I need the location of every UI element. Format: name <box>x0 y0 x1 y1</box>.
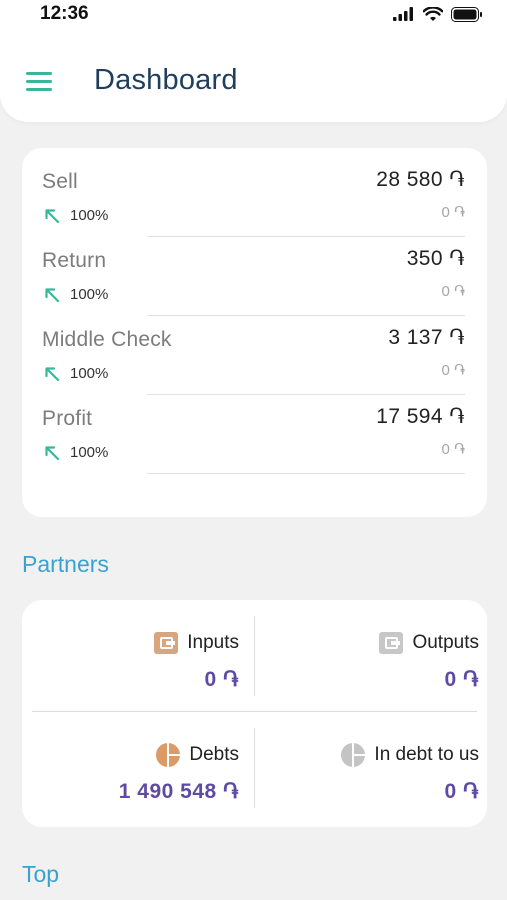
pie-chart-icon <box>341 743 366 767</box>
battery-icon <box>451 6 482 22</box>
stat-value: 28 580 ֏ <box>376 168 465 191</box>
in-debt-label: In debt to us <box>374 744 479 765</box>
stat-row-sell[interactable]: Sell 28 580 ֏ 100% 0 ֏ <box>22 148 487 237</box>
divider <box>254 728 255 808</box>
stat-percent-label: 100% <box>70 286 109 303</box>
partners-debts[interactable]: Debts 1 490 548 ֏ <box>22 712 247 812</box>
status-icons <box>393 5 483 23</box>
wallet-icon <box>154 632 179 654</box>
partners-inputs[interactable]: Inputs 0 ֏ <box>22 600 247 700</box>
debts-value: 1 490 548 ֏ <box>118 780 239 803</box>
debts-label: Debts <box>189 744 239 765</box>
trend-up-left-arrow-icon <box>45 366 60 381</box>
in-debt-value: 0 ֏ <box>444 780 479 803</box>
stat-change: 100% <box>44 444 108 461</box>
outputs-label: Outputs <box>412 632 479 653</box>
stats-card: Sell 28 580 ֏ 100% 0 ֏ Return 350 ֏ 100%… <box>22 148 487 517</box>
stat-change: 100% <box>44 365 108 382</box>
stat-label: Middle Check <box>42 328 172 351</box>
status-time: 12:36 <box>40 3 89 24</box>
divider <box>147 473 465 474</box>
inputs-value: 0 ֏ <box>204 668 239 691</box>
stat-value: 17 594 ֏ <box>376 405 465 428</box>
partners-in-debt-to-us[interactable]: In debt to us 0 ֏ <box>262 712 487 812</box>
partners-card: Inputs 0 ֏ Outputs 0 ֏ Debts 1 490 548 ֏ <box>22 600 487 827</box>
stat-change: 100% <box>44 286 108 303</box>
pie-chart-icon <box>156 743 181 767</box>
stat-prev-value: 0 ֏ <box>441 204 465 221</box>
top-section-title: Top <box>22 861 60 887</box>
stat-value: 3 137 ֏ <box>388 326 465 349</box>
stat-percent-label: 100% <box>70 365 109 382</box>
stat-percent-label: 100% <box>70 444 109 461</box>
stat-row-middle-check[interactable]: Middle Check 3 137 ֏ 100% 0 ֏ <box>22 306 487 395</box>
status-bar: 12:36 <box>0 0 507 28</box>
stat-label: Return <box>42 249 107 272</box>
wifi-icon <box>423 6 443 21</box>
stat-row-profit[interactable]: Profit 17 594 ֏ 100% 0 ֏ <box>22 385 487 474</box>
stat-row-return[interactable]: Return 350 ֏ 100% 0 ֏ <box>22 227 487 316</box>
stat-change: 100% <box>44 207 108 224</box>
wallet-icon <box>379 632 404 654</box>
stat-prev-value: 0 ֏ <box>441 362 465 379</box>
stat-percent-label: 100% <box>70 207 109 224</box>
stat-prev-value: 0 ֏ <box>441 283 465 300</box>
page-title: Dashboard <box>94 64 238 96</box>
outputs-value: 0 ֏ <box>444 668 479 691</box>
stat-label: Profit <box>42 407 93 430</box>
signal-icon <box>393 7 413 21</box>
partners-section-title: Partners <box>22 551 109 577</box>
inputs-label: Inputs <box>187 632 239 653</box>
trend-up-left-arrow-icon <box>45 287 60 302</box>
stat-label: Sell <box>42 170 78 193</box>
stat-value: 350 ֏ <box>406 247 465 270</box>
app-header: 12:36 Dashboard <box>0 0 507 122</box>
divider <box>254 616 255 696</box>
partners-outputs[interactable]: Outputs 0 ֏ <box>262 600 487 700</box>
menu-icon[interactable] <box>26 70 54 94</box>
trend-up-left-arrow-icon <box>45 208 60 223</box>
trend-up-left-arrow-icon <box>45 445 60 460</box>
stat-prev-value: 0 ֏ <box>441 441 465 458</box>
